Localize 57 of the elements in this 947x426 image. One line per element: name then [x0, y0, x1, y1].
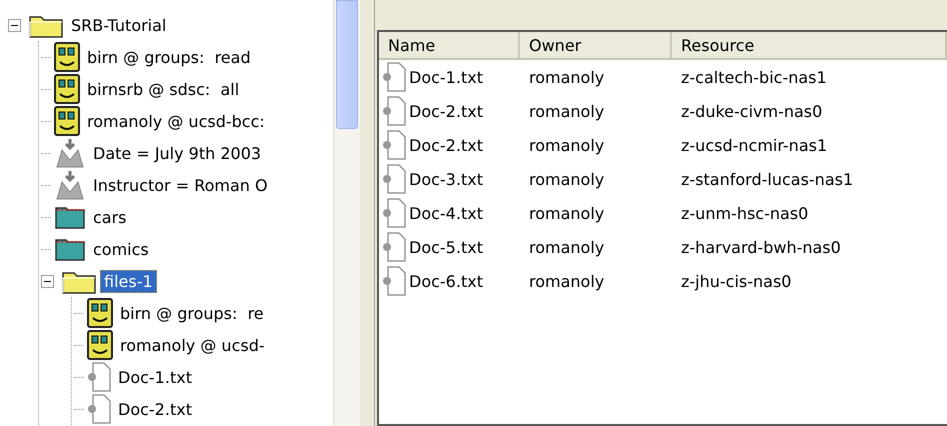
tree-item[interactable]: comics — [89, 238, 153, 260]
table-cell: Doc-2.txt — [409, 102, 483, 120]
table-cell: Doc-3.txt — [409, 170, 483, 188]
column-header[interactable]: Name — [379, 32, 520, 58]
table-cell: z-stanford-lucas-nas1 — [681, 170, 854, 188]
table-cell: Doc-4.txt — [409, 204, 483, 222]
tree-item[interactable]: birnsrb @ sdsc: all — [83, 78, 244, 100]
scroll-thumb[interactable] — [336, 0, 358, 129]
smiley-icon — [54, 74, 80, 104]
table-cell: Doc-1.txt — [409, 68, 483, 86]
collapse-icon[interactable] — [41, 274, 54, 288]
table-cell: romanoly — [529, 102, 604, 120]
table-cell: Doc-5.txt — [409, 238, 483, 256]
tree-item[interactable]: Doc-2.txt — [114, 398, 196, 420]
file-icon — [382, 62, 406, 92]
metadata-icon — [54, 138, 86, 168]
smiley-icon — [54, 106, 80, 136]
tree-item[interactable]: birn @ groups: read — [83, 46, 255, 68]
table-cell: romanoly — [529, 170, 604, 188]
tree-item[interactable]: Date = July 9th 2003 — [89, 142, 266, 164]
table-cell: z-duke-civm-nas0 — [681, 102, 822, 120]
tree-item[interactable]: birn @ groups: re — [116, 302, 268, 324]
table-cell: romanoly — [529, 68, 604, 86]
file-icon — [382, 164, 406, 194]
file-icon — [87, 362, 111, 392]
file-icon — [382, 130, 406, 160]
tree-item[interactable]: romanoly @ ucsd-bcc: — [83, 110, 269, 132]
scrollbar[interactable] — [333, 0, 360, 426]
table-cell: Doc-6.txt — [409, 272, 483, 290]
table-cell: romanoly — [529, 272, 604, 290]
table-cell: romanoly — [529, 238, 604, 256]
tree-item[interactable]: SRB-Tutorial — [67, 14, 170, 36]
file-icon — [382, 232, 406, 262]
column-header[interactable]: Owner — [520, 32, 672, 58]
table-cell: romanoly — [529, 204, 604, 222]
smiley-icon — [87, 298, 113, 328]
table-cell: Doc-2.txt — [409, 136, 483, 154]
tree-item[interactable]: files-1 — [100, 270, 157, 292]
collapse-icon[interactable] — [8, 18, 21, 32]
table-cell: z-jhu-cis-nas0 — [681, 272, 792, 290]
table-cell: z-unm-hsc-nas0 — [681, 204, 808, 222]
smiley-icon — [54, 42, 80, 72]
smiley-icon — [87, 330, 113, 360]
tree-item[interactable]: cars — [89, 206, 131, 228]
table-cell: z-ucsd-ncmir-nas1 — [681, 136, 828, 154]
file-icon — [382, 96, 406, 126]
table-cell: z-caltech-bic-nas1 — [681, 68, 827, 86]
column-header[interactable]: Resource — [672, 32, 947, 58]
table-cell: z-harvard-bwh-nas0 — [681, 238, 841, 256]
table-cell: romanoly — [529, 136, 604, 154]
tree-item[interactable]: Doc-1.txt — [114, 366, 196, 388]
file-icon — [382, 266, 406, 296]
tree-item[interactable]: romanoly @ ucsd- — [116, 334, 269, 356]
tree-item[interactable]: Instructor = Roman O — [89, 174, 272, 196]
metadata-icon — [54, 170, 86, 200]
file-icon — [382, 198, 406, 228]
splitter[interactable] — [360, 0, 375, 426]
